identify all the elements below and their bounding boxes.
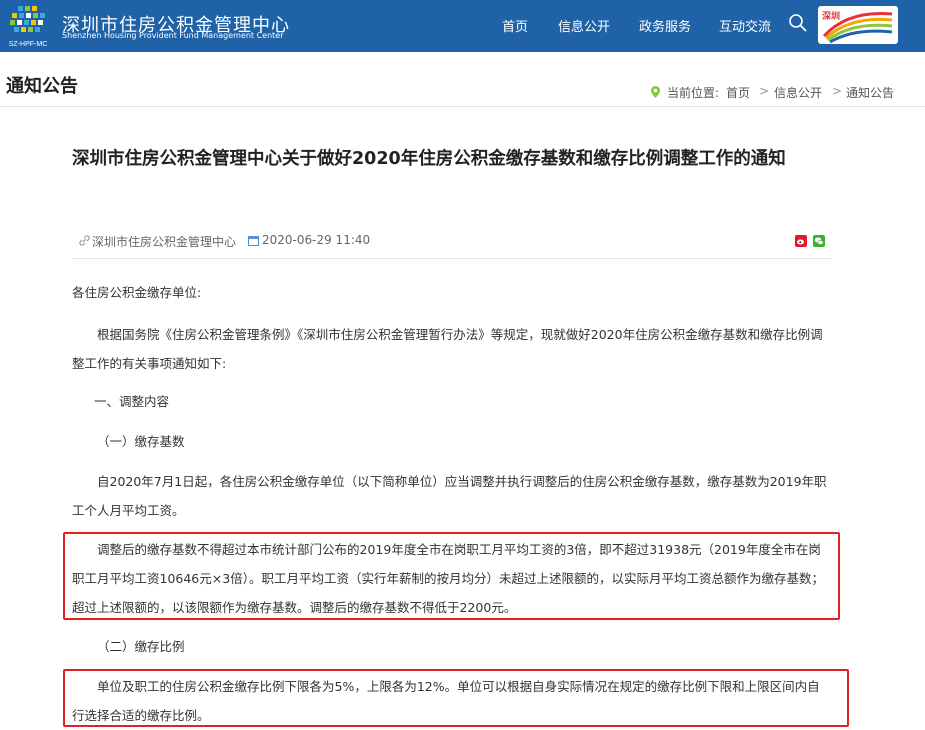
breadcrumb-info-public[interactable]: 信息公开 (774, 84, 822, 101)
nav-info-public[interactable]: 信息公开 (558, 16, 610, 35)
article-source: 深圳市住房公积金管理中心 (92, 235, 237, 249)
highlight-box-base (63, 532, 840, 620)
site-header: SZ-HPF-MC 深圳市住房公积金管理中心 Shenzhen Housing … (0, 0, 925, 52)
breadcrumb-notices[interactable]: 通知公告 (846, 84, 894, 101)
calendar-icon (248, 236, 259, 246)
breadcrumb-separator: > (832, 84, 843, 98)
subsection-heading-base: （一）缴存基数 (97, 434, 185, 449)
nav-home[interactable]: 首页 (502, 16, 528, 35)
breadcrumb-home[interactable]: 首页 (726, 84, 750, 101)
brand-badge-icon[interactable]: 深圳 (818, 6, 898, 44)
paragraph-base-effective: 自2020年7月1日起，各住房公积金缴存单位（以下简称单位）应当调整并执行调整后… (72, 474, 827, 518)
divider (0, 106, 925, 107)
breadcrumb-label: 当前位置: (667, 86, 720, 100)
site-name-en: Shenzhen Housing Provident Fund Manageme… (62, 31, 284, 40)
location-pin-icon (651, 86, 660, 98)
highlight-box-ratio (63, 669, 849, 727)
breadcrumb-separator: > (759, 84, 770, 98)
wechat-share-icon[interactable] (813, 235, 825, 247)
logo-caption: SZ-HPF-MC (9, 41, 48, 48)
logo-icon[interactable]: SZ-HPF-MC (4, 2, 52, 50)
article-date: 2020-06-29 11:40 (262, 233, 371, 247)
paragraph-salutation: 各住房公积金缴存单位: (72, 285, 202, 300)
subsection-heading-ratio: （二）缴存比例 (97, 639, 185, 654)
weibo-share-icon[interactable] (795, 235, 807, 247)
nav-government-service[interactable]: 政务服务 (639, 16, 691, 35)
nav-interaction[interactable]: 互动交流 (719, 16, 771, 35)
paragraph-basis: 根据国务院《住房公积金管理条例》《深圳市住房公积金管理暂行办法》等规定，现就做好… (72, 327, 823, 371)
search-icon[interactable] (788, 13, 808, 33)
page-title: 通知公告 (6, 76, 78, 97)
article-title: 深圳市住房公积金管理中心关于做好2020年住房公积金缴存基数和缴存比例调整工作的… (72, 149, 786, 169)
section-heading: 一、调整内容 (94, 394, 170, 409)
brand-badge-text: 深圳 (822, 10, 840, 21)
link-icon (79, 235, 90, 246)
meta-divider (72, 258, 832, 259)
